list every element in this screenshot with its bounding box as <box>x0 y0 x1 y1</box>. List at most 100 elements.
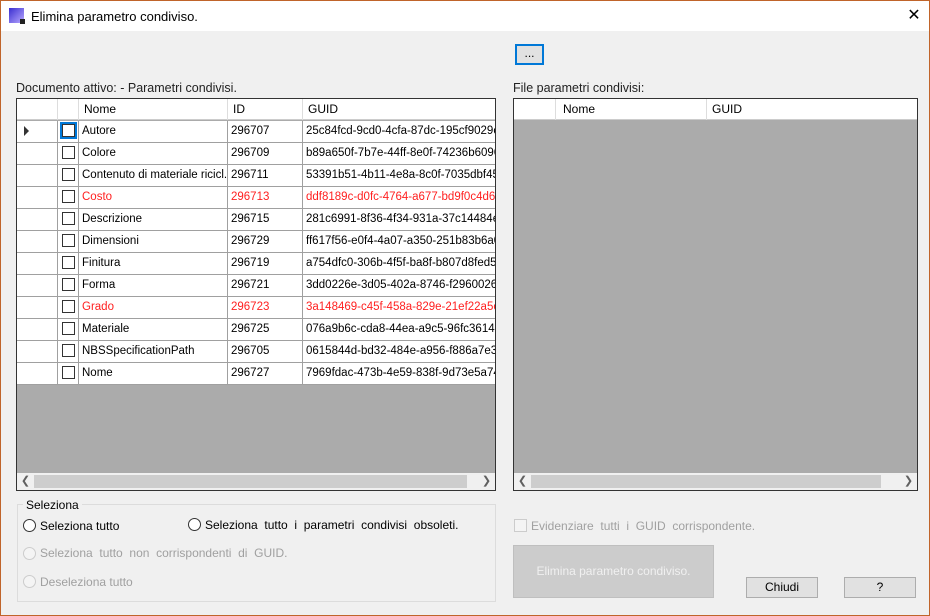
row-checkbox[interactable] <box>62 344 75 357</box>
scroll-left-icon[interactable]: ❮ <box>514 473 531 490</box>
table-row[interactable]: Forma 296721 3dd0226e-3d05-402a-8746-f29… <box>17 275 495 297</box>
cell-id: 296729 <box>228 231 303 252</box>
scroll-thumb[interactable] <box>34 475 467 488</box>
row-checkbox[interactable] <box>62 322 75 335</box>
shared-file-grid[interactable]: Nome GUID ❮ ❯ <box>513 98 918 491</box>
cell-guid: 3dd0226e-3d05-402a-8746-f29600267... <box>306 279 495 291</box>
delete-shared-param-button[interactable]: Elimina parametro condiviso. <box>513 545 714 598</box>
cell-nome: Finitura <box>79 253 228 274</box>
row-checkbox[interactable] <box>62 278 75 291</box>
row-header[interactable] <box>17 143 58 164</box>
col-nome[interactable]: Nome <box>79 99 228 120</box>
table-row[interactable]: Autore 296707 25c84fcd-9cd0-4cfa-87dc-19… <box>17 121 495 143</box>
row-header[interactable] <box>17 275 58 296</box>
radio-deselect-all[interactable] <box>23 575 36 588</box>
cell-nome: Dimensioni <box>79 231 228 252</box>
row-checkbox[interactable] <box>62 212 75 225</box>
row-header[interactable] <box>17 231 58 252</box>
row-checkbox[interactable] <box>62 190 75 203</box>
grid-header: Nome ID GUID <box>17 99 495 120</box>
cell-guid: 25c84fcd-9cd0-4cfa-87dc-195cf9029c... <box>306 125 495 137</box>
title-bar: Elimina parametro condiviso. ✕ <box>1 1 929 31</box>
browse-button[interactable]: ... <box>515 44 544 65</box>
radio-select-all[interactable] <box>23 519 36 532</box>
table-row[interactable]: Grado 296723 3a148469-c45f-458a-829e-21e… <box>17 297 495 319</box>
scroll-thumb[interactable] <box>531 475 881 488</box>
table-row[interactable]: Costo 296713 ddf8189c-d0fc-4764-a677-bd9… <box>17 187 495 209</box>
table-row[interactable]: Dimensioni 296729 ff617f56-e0f4-4a07-a35… <box>17 231 495 253</box>
row-checkbox[interactable] <box>62 256 75 269</box>
table-row[interactable]: NBSSpecificationPath 296705 0615844d-bd3… <box>17 341 495 363</box>
cell-nome: Contenuto di materiale ricicl... <box>79 165 228 186</box>
col-id[interactable]: ID <box>228 99 303 120</box>
row-header-col <box>17 99 58 120</box>
radio-deselect-all-label[interactable]: Deseleziona tutto <box>40 575 133 589</box>
highlight-guid-label[interactable]: Evidenziare tutti i GUID corrispondente. <box>531 519 755 533</box>
app-icon <box>9 8 25 24</box>
highlight-guid-checkbox[interactable] <box>514 519 527 532</box>
radio-select-all-label[interactable]: Seleziona tutto <box>40 519 119 533</box>
row-header[interactable] <box>17 297 58 318</box>
table-row[interactable]: Contenuto di materiale ricicl... 296711 … <box>17 165 495 187</box>
cell-id: 296721 <box>228 275 303 296</box>
table-row[interactable]: Finitura 296719 a754dfc0-306b-4f5f-ba8f-… <box>17 253 495 275</box>
current-row-icon <box>24 126 29 136</box>
shared-file-label: File parametri condivisi: <box>513 81 645 95</box>
col-guid[interactable]: GUID <box>707 99 917 120</box>
table-row[interactable]: Descrizione 296715 281c6991-8f36-4f34-93… <box>17 209 495 231</box>
row-header[interactable] <box>17 209 58 230</box>
cell-id: 296709 <box>228 143 303 164</box>
active-params-grid[interactable]: Nome ID GUID Autore 296707 25c84fcd-9cd0… <box>16 98 496 491</box>
cell-guid: 3a148469-c45f-458a-829e-21ef22a5cf2 <box>306 301 495 313</box>
table-row[interactable]: Materiale 296725 076a9b6c-cda8-44ea-a9c5… <box>17 319 495 341</box>
horizontal-scrollbar[interactable]: ❮ ❯ <box>514 473 917 490</box>
cell-guid: 53391b51-4b11-4e8a-8c0f-7035dbf45... <box>306 169 495 181</box>
cell-guid: 0615844d-bd32-484e-a956-f886a7e3f... <box>306 345 495 357</box>
radio-select-obsolete-label[interactable]: Seleziona tutto i parametri condivisi ob… <box>205 518 458 532</box>
row-checkbox[interactable] <box>62 366 75 379</box>
row-header[interactable] <box>17 165 58 186</box>
cell-nome: Descrizione <box>79 209 228 230</box>
radio-select-obsolete[interactable] <box>188 518 201 531</box>
cell-id: 296707 <box>228 121 303 142</box>
close-icon[interactable]: ✕ <box>899 1 929 31</box>
dialog-window: Elimina parametro condiviso. ✕ ... Docum… <box>0 0 930 616</box>
cell-id: 296727 <box>228 363 303 384</box>
cell-id: 296705 <box>228 341 303 362</box>
cell-id: 296711 <box>228 165 303 186</box>
col-guid[interactable]: GUID <box>303 99 495 120</box>
check-col <box>58 99 79 120</box>
grid-header: Nome GUID <box>514 99 917 120</box>
radio-select-guid-mismatch[interactable] <box>23 547 36 560</box>
cell-nome: Nome <box>79 363 228 384</box>
scroll-right-icon[interactable]: ❯ <box>478 473 495 490</box>
cell-nome: Grado <box>79 297 228 318</box>
row-header[interactable] <box>17 363 58 384</box>
row-header[interactable] <box>17 253 58 274</box>
cell-id: 296719 <box>228 253 303 274</box>
row-checkbox[interactable] <box>60 122 77 139</box>
row-header[interactable] <box>17 319 58 340</box>
row-header[interactable] <box>17 121 58 142</box>
col-nome[interactable]: Nome <box>556 99 707 120</box>
cell-id: 296715 <box>228 209 303 230</box>
close-button[interactable]: Chiudi <box>746 577 818 598</box>
cell-guid: ddf8189c-d0fc-4764-a677-bd9f0c4d6a... <box>306 191 495 203</box>
scroll-left-icon[interactable]: ❮ <box>17 473 34 490</box>
horizontal-scrollbar[interactable]: ❮ ❯ <box>17 473 495 490</box>
row-checkbox[interactable] <box>62 146 75 159</box>
row-checkbox[interactable] <box>62 168 75 181</box>
scroll-right-icon[interactable]: ❯ <box>900 473 917 490</box>
cell-id: 296725 <box>228 319 303 340</box>
cell-id: 296713 <box>228 187 303 208</box>
table-row[interactable]: Colore 296709 b89a650f-7b7e-44ff-8e0f-74… <box>17 143 495 165</box>
radio-select-guid-mismatch-label[interactable]: Seleziona tutto non corrispondenti di GU… <box>40 546 287 560</box>
row-checkbox[interactable] <box>62 300 75 313</box>
row-header[interactable] <box>17 187 58 208</box>
cell-nome: Materiale <box>79 319 228 340</box>
window-title: Elimina parametro condiviso. <box>31 9 198 24</box>
row-checkbox[interactable] <box>62 234 75 247</box>
table-row[interactable]: Nome 296727 7969fdac-473b-4e59-838f-9d73… <box>17 363 495 385</box>
row-header[interactable] <box>17 341 58 362</box>
help-button[interactable]: ? <box>844 577 916 598</box>
